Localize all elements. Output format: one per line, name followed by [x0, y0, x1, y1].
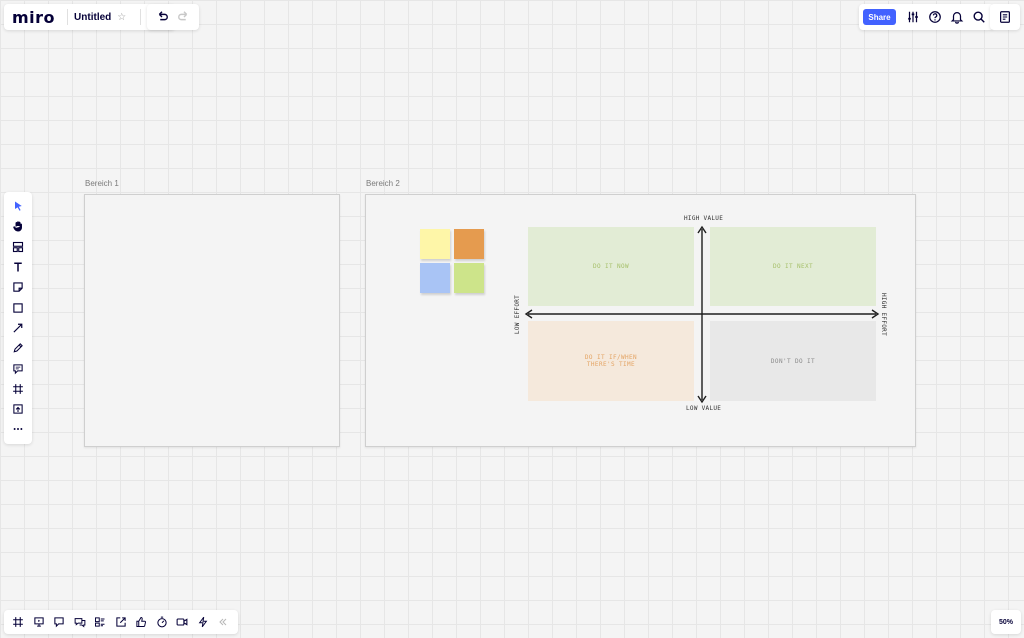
timer-icon[interactable]: [152, 611, 173, 633]
axis-label-high-value: HIGH VALUE: [684, 215, 724, 222]
sticky-note-yellow[interactable]: [420, 229, 450, 259]
presentation-icon[interactable]: [29, 611, 50, 633]
quadrant-dont-do-it[interactable]: DON'T DO IT: [710, 321, 876, 401]
lightning-icon[interactable]: [193, 611, 214, 633]
sticky-note-green[interactable]: [454, 263, 484, 293]
left-toolbar: [4, 192, 32, 444]
notes-panel: [990, 4, 1020, 30]
frame-bereich-1[interactable]: [84, 194, 340, 447]
axis-label-low-value: LOW VALUE: [686, 405, 722, 412]
frames-icon[interactable]: [8, 611, 29, 633]
quadrant-label: DON'T DO IT: [770, 357, 816, 365]
search-icon[interactable]: [968, 6, 990, 28]
bell-icon[interactable]: [946, 6, 968, 28]
axis-label-low-effort: LOW EFFORT: [514, 294, 522, 335]
share-button[interactable]: Share: [863, 9, 896, 25]
chat-icon[interactable]: [70, 611, 91, 633]
divider: [67, 9, 69, 25]
collapse-icon[interactable]: [213, 611, 234, 633]
templates-icon[interactable]: [4, 237, 32, 257]
shape-icon[interactable]: [4, 297, 32, 317]
board-title[interactable]: Untitled: [74, 12, 111, 23]
axis-label-high-effort: HIGH EFFORT: [880, 292, 888, 337]
quadrant-label: DO IT NOW: [592, 263, 630, 270]
more-icon[interactable]: [4, 419, 32, 439]
pen-icon[interactable]: [4, 338, 32, 358]
star-icon[interactable]: ☆: [117, 12, 126, 23]
bottom-toolbar: [4, 610, 238, 634]
comment-icon[interactable]: [4, 358, 32, 378]
quadrant-do-it-if-when[interactable]: DO IT IF/WHEN THERE'S TIME: [528, 321, 694, 401]
quadrant-label: DO IT IF/WHEN THERE'S TIME: [584, 354, 638, 368]
frame-icon[interactable]: [4, 379, 32, 399]
undo-icon[interactable]: [151, 6, 173, 28]
cursor-icon[interactable]: [4, 196, 32, 216]
notes-icon[interactable]: [994, 6, 1016, 28]
top-right-panel: Share: [859, 4, 994, 30]
sticky-note-blue[interactable]: [420, 263, 450, 293]
zoom-value: 50%: [998, 618, 1013, 626]
upload-icon[interactable]: [4, 399, 32, 419]
sticky-note-orange[interactable]: [454, 229, 484, 259]
voting-icon[interactable]: [131, 611, 152, 633]
help-icon[interactable]: [924, 6, 946, 28]
text-icon[interactable]: [4, 257, 32, 277]
quadrant-label: DO IT NEXT: [772, 263, 814, 270]
frame-label[interactable]: Bereich 1: [85, 179, 119, 188]
settings-sliders-icon[interactable]: [902, 6, 924, 28]
sticky-note-icon[interactable]: [4, 277, 32, 297]
divider: [140, 9, 142, 25]
frame-label[interactable]: Bereich 2: [366, 179, 400, 188]
quadrant-do-it-next[interactable]: DO IT NEXT: [710, 227, 876, 306]
redo-icon[interactable]: [173, 6, 195, 28]
connection-line-icon[interactable]: [4, 318, 32, 338]
undo-redo-panel: [147, 4, 199, 30]
hand-icon[interactable]: [4, 216, 32, 236]
quadrant-do-it-now[interactable]: DO IT NOW: [528, 227, 694, 306]
video-icon[interactable]: [172, 611, 193, 633]
miro-logo[interactable]: miro: [10, 8, 61, 27]
comments-icon[interactable]: [49, 611, 70, 633]
zoom-level[interactable]: 50%: [991, 610, 1021, 634]
cards-icon[interactable]: [90, 611, 111, 633]
share-screen-icon[interactable]: [111, 611, 132, 633]
